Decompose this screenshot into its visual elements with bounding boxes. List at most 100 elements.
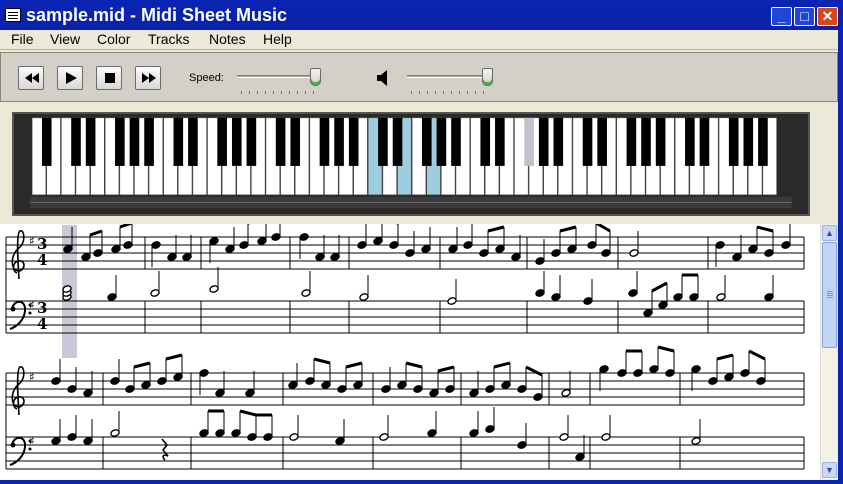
piano-black-key xyxy=(685,117,695,166)
app-window: sample.mid - Midi Sheet Music _ □ ✕ File… xyxy=(0,0,843,484)
note-head xyxy=(413,385,423,393)
speed-slider-thumb[interactable] xyxy=(310,68,321,86)
note-head xyxy=(381,385,391,393)
menu-notes[interactable]: Notes xyxy=(209,31,246,47)
play-button[interactable] xyxy=(57,66,83,90)
maximize-button[interactable]: □ xyxy=(794,7,815,26)
note-head xyxy=(567,245,577,253)
note-head xyxy=(708,377,718,385)
volume-slider-thumb[interactable] xyxy=(482,68,493,86)
piano-black-key xyxy=(290,117,301,166)
scroll-thumb[interactable] xyxy=(822,242,837,348)
bass-clef-dot xyxy=(10,306,16,312)
note-head xyxy=(628,289,638,297)
sharp-sign: ♯ xyxy=(29,234,35,248)
note-beam xyxy=(239,409,257,417)
piano-black-key xyxy=(115,117,125,166)
note-head xyxy=(691,437,701,445)
piano-black-key xyxy=(495,117,505,166)
piano-black-key xyxy=(480,117,491,166)
note-head xyxy=(511,253,521,261)
note-head xyxy=(673,293,683,301)
note-head xyxy=(83,389,93,397)
note-head xyxy=(535,289,545,297)
piano-keyboard xyxy=(12,112,810,216)
note-head xyxy=(315,253,325,261)
stop-button[interactable] xyxy=(96,66,122,90)
note-head xyxy=(469,389,479,397)
note-head xyxy=(533,393,543,401)
scroll-up-button[interactable]: ▲ xyxy=(822,225,837,241)
note-head xyxy=(81,253,91,261)
piano-black-key xyxy=(699,117,710,166)
piano-black-key xyxy=(451,117,461,166)
note-head xyxy=(167,253,177,261)
note-head xyxy=(517,441,527,449)
note-head xyxy=(225,245,235,253)
note-beam xyxy=(89,229,103,237)
vertical-scrollbar[interactable]: ▲ ▼ xyxy=(820,224,837,480)
piano-black-key xyxy=(41,117,52,166)
sheet-music-icon xyxy=(5,8,21,22)
note-head xyxy=(448,245,458,253)
piano-black-key xyxy=(597,117,607,166)
note-beam xyxy=(651,281,668,293)
note-head xyxy=(469,429,479,437)
piano-black-key xyxy=(246,117,257,166)
note-head xyxy=(107,293,117,301)
note-head xyxy=(389,241,399,249)
close-button[interactable]: ✕ xyxy=(817,7,838,26)
note-head xyxy=(215,389,225,397)
note-beam xyxy=(559,225,577,233)
piano-black-key xyxy=(626,117,637,166)
speaker-icon xyxy=(377,70,387,86)
note-head xyxy=(781,241,791,249)
piano-panel xyxy=(0,104,838,220)
note-beam xyxy=(756,225,774,233)
note-beam xyxy=(595,224,611,233)
piano-black-key xyxy=(392,117,403,166)
note-head xyxy=(629,249,639,257)
note-head xyxy=(110,377,120,385)
piano-black-key xyxy=(217,117,227,166)
fast-forward-button[interactable] xyxy=(135,66,161,90)
note-beam xyxy=(493,361,511,369)
piano-black-key xyxy=(319,117,330,166)
note-head xyxy=(288,381,298,389)
treble-clef xyxy=(11,230,25,280)
note-head xyxy=(447,297,457,305)
note-head xyxy=(665,369,675,377)
rewind-button[interactable] xyxy=(18,66,44,90)
treble-clef xyxy=(11,366,25,416)
note-head xyxy=(716,293,726,301)
piano-black-key xyxy=(582,117,593,166)
note-head xyxy=(93,249,103,257)
note-head xyxy=(551,293,561,301)
menu-color[interactable]: Color xyxy=(97,31,130,47)
note-head xyxy=(463,241,473,249)
note-head xyxy=(51,437,61,445)
scroll-down-button[interactable]: ▼ xyxy=(822,462,837,478)
note-head xyxy=(479,249,489,257)
minimize-button[interactable]: _ xyxy=(771,7,792,26)
note-head xyxy=(209,237,219,245)
piano-black-key xyxy=(71,117,81,166)
time-signature-bottom: 4 xyxy=(37,315,47,333)
note-head xyxy=(559,433,569,441)
note-head xyxy=(501,381,511,389)
note-head xyxy=(445,385,455,393)
note-head xyxy=(397,381,407,389)
piano-black-key xyxy=(436,117,447,166)
note-beam xyxy=(345,361,363,369)
note-head xyxy=(599,365,609,373)
menu-view[interactable]: View xyxy=(50,31,80,47)
piano-black-key xyxy=(378,117,388,166)
sheet-music-view: ♯ ♯ 3 4 3 4 ♯ ♯ xyxy=(0,224,820,480)
note-head xyxy=(405,249,415,257)
note-head xyxy=(257,237,267,245)
note-head xyxy=(337,385,347,393)
menu-help[interactable]: Help xyxy=(263,31,292,47)
note-head xyxy=(151,241,161,249)
menu-tracks[interactable]: Tracks xyxy=(148,31,189,47)
menu-file[interactable]: File xyxy=(11,31,34,47)
